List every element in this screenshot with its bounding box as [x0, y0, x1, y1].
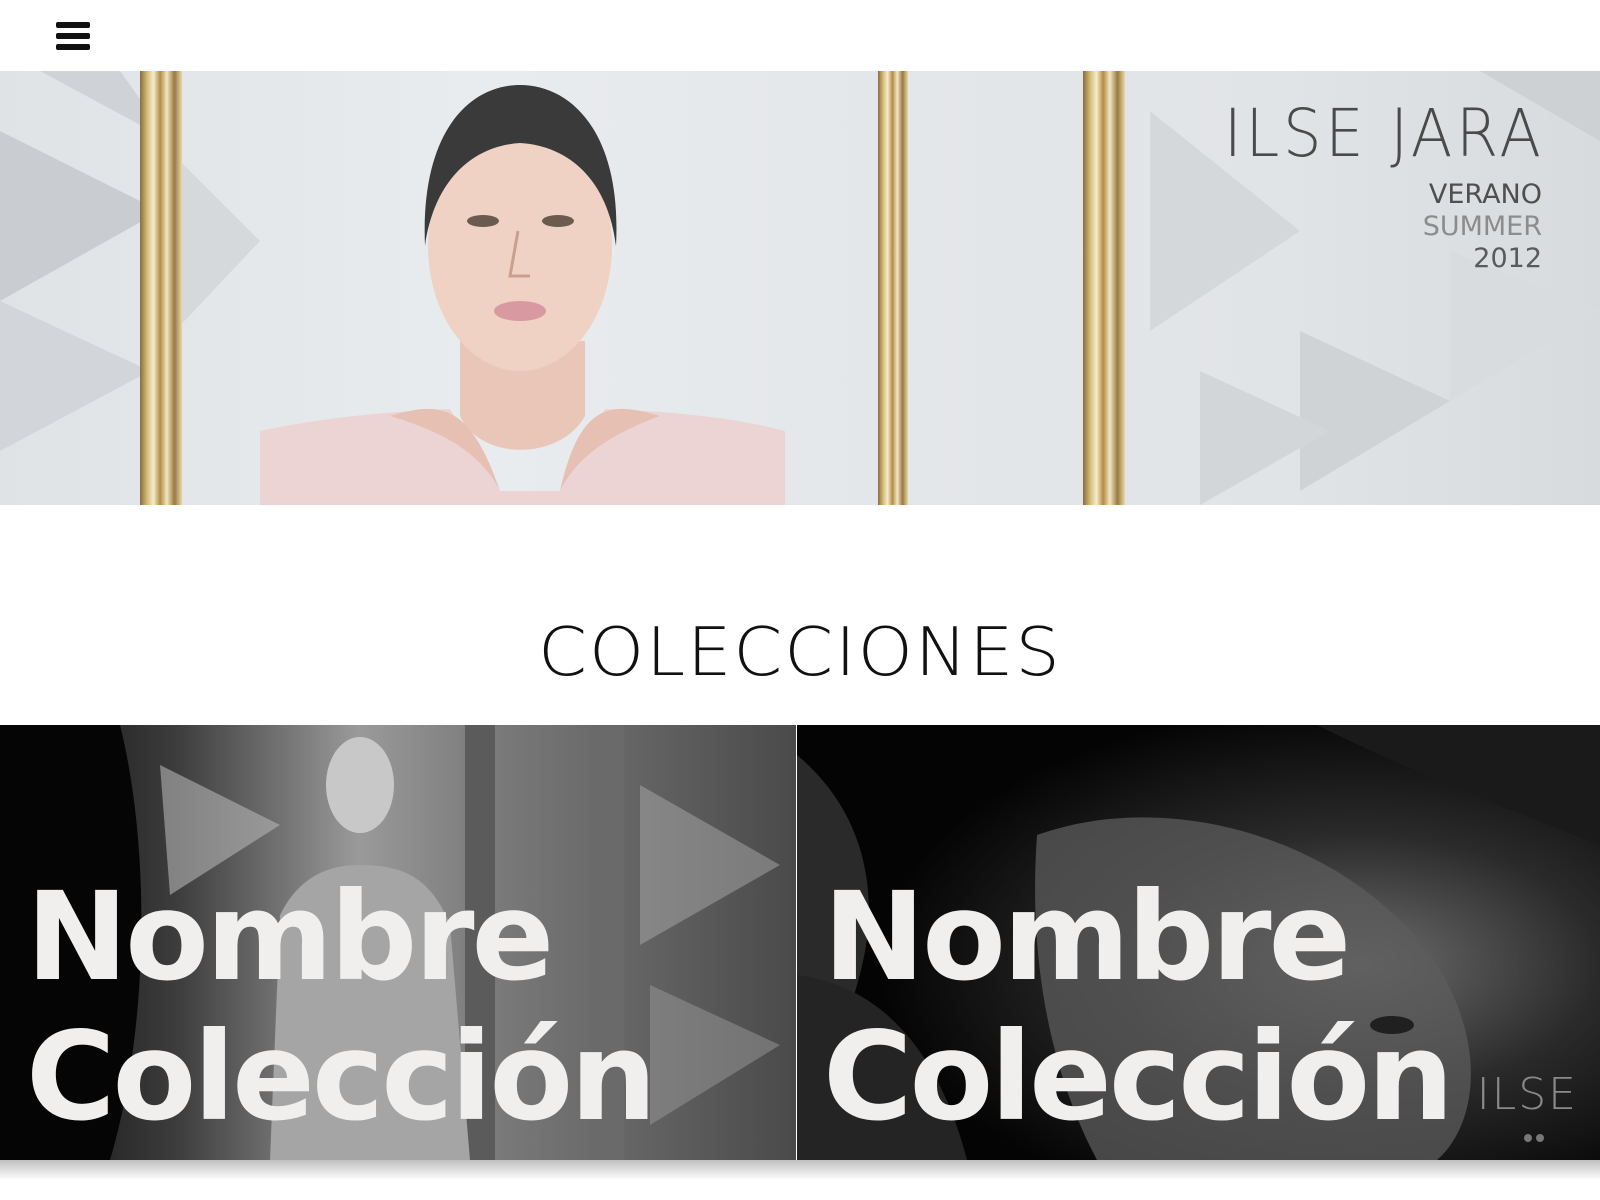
collection-2-title-line1: Nombre	[823, 866, 1351, 1008]
collection-card-2[interactable]: Nombre Colección ILSE	[797, 725, 1600, 1160]
model-portrait	[260, 85, 785, 505]
season-label-es: VERANO	[1428, 179, 1542, 210]
collection-card-1[interactable]: Nombre Colección	[0, 725, 796, 1160]
season-label-en: SUMMER	[1422, 211, 1542, 242]
collection-1-title-line2: Colección	[26, 1006, 657, 1148]
collections-heading: COLECCIONES	[0, 617, 1600, 687]
hero-banner: ILSE JARA VERANO SUMMER 2012	[0, 71, 1600, 505]
gold-frame-left	[140, 71, 182, 505]
collection-1-title-line1: Nombre	[26, 866, 554, 1008]
gold-frame-right	[1083, 71, 1125, 505]
collection-2-title: Nombre Colección	[823, 866, 1454, 1148]
ilse-watermark: ILSE	[1476, 1069, 1578, 1120]
collection-2-title-line2: Colección	[823, 1006, 1454, 1148]
cards-bottom-shadow	[0, 1160, 1600, 1180]
collection-1-title: Nombre Colección	[26, 866, 657, 1148]
collections-grid: Nombre Colección Nombre Colección ILSE	[0, 725, 1600, 1160]
season-year: 2012	[1473, 243, 1542, 274]
brand-logo-text: ILSE JARA	[1224, 95, 1545, 172]
top-bar	[0, 0, 1600, 71]
gold-frame-center	[878, 71, 908, 505]
collections-heading-text: COLECCIONES	[538, 612, 1062, 692]
hamburger-menu-icon[interactable]	[56, 20, 90, 52]
watermark-dots-icon	[1524, 1134, 1548, 1144]
